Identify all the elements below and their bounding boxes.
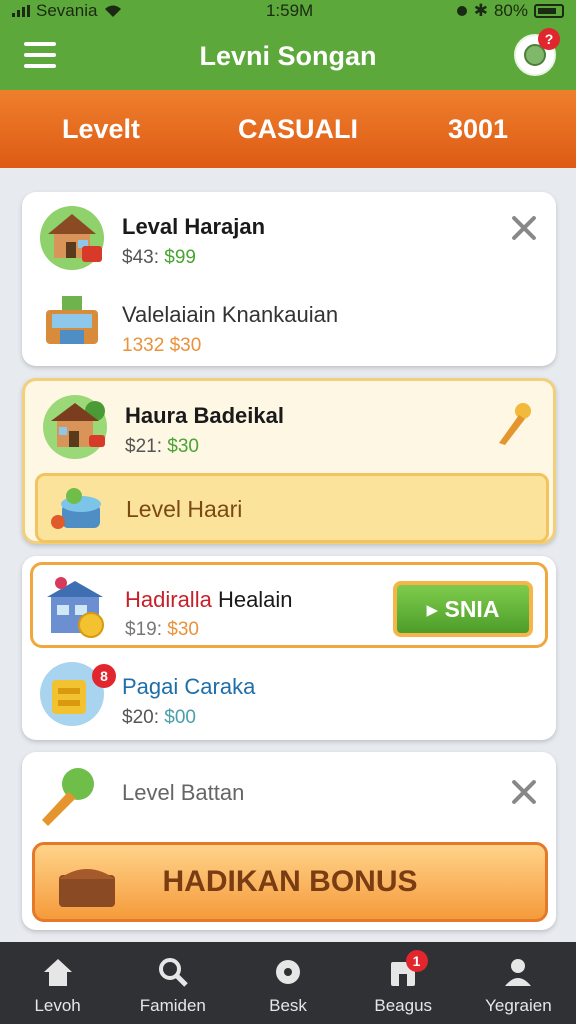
search-icon xyxy=(158,958,188,987)
tab-store[interactable]: 1 Beagus xyxy=(346,942,461,1024)
battery-icon xyxy=(534,4,564,18)
clock: 1:59M xyxy=(265,1,314,20)
tab-label: Yegraien xyxy=(485,996,552,1015)
tab-search[interactable]: Famiden xyxy=(115,942,230,1024)
key-icon[interactable] xyxy=(495,401,535,449)
status-bar: Sevania 1:59M ✱ 80% xyxy=(0,0,576,22)
list-item[interactable]: Leval Harajan $43: $99 xyxy=(22,192,556,282)
close-icon[interactable] xyxy=(510,214,538,242)
menu-icon[interactable] xyxy=(24,42,56,68)
tab-label: Famiden xyxy=(139,996,206,1015)
list-item[interactable]: 8 Pagai Caraka $20: $00 xyxy=(22,652,556,742)
notification-badge: ? xyxy=(538,28,560,50)
list-item[interactable]: Haura Badeikal $21: $30 xyxy=(25,381,553,471)
level-label: Levelt xyxy=(62,113,141,144)
home-icon xyxy=(43,959,72,986)
user-icon xyxy=(505,959,532,986)
wifi-icon xyxy=(105,5,122,17)
item-title: Leval Harajan xyxy=(122,214,266,239)
item-title: Haura Badeikal xyxy=(125,403,284,428)
highlighted-item[interactable]: Hadiralla Healain $19: $30 ▸ SNIA xyxy=(30,562,548,648)
bottom-tab-bar: Levoh Famiden Besk 1 Beagus Yegraien xyxy=(0,942,576,1024)
bonus-button[interactable]: HADIKAN BONUS xyxy=(32,842,548,922)
item-title: Hadiralla Healain xyxy=(125,587,293,612)
level-reward-bar[interactable]: Level Haari xyxy=(35,473,549,543)
shop-icon xyxy=(47,577,104,638)
avatar[interactable]: ? xyxy=(514,28,560,76)
reward-label: Level Haari xyxy=(126,496,243,522)
tree-icon xyxy=(42,768,94,826)
gear-icon xyxy=(276,960,300,984)
tab-label: Levoh xyxy=(34,996,81,1015)
go-button[interactable]: ▸ SNIA xyxy=(393,581,533,637)
score-label: 3001 xyxy=(448,113,509,144)
item-badge: 8 xyxy=(92,664,116,688)
signal-icon xyxy=(12,5,30,17)
bluetooth-icon: ✱ xyxy=(473,1,488,20)
battery-percent: 80% xyxy=(493,1,528,20)
offer-card: Hadiralla Healain $19: $30 ▸ SNIA 8 Paga… xyxy=(22,556,556,740)
list-item[interactable]: Valelaiain Knankauian 1332 $30 xyxy=(22,280,556,370)
offer-card: Haura Badeikal $21: $30 Level Haari xyxy=(22,378,556,544)
item-price: 1332 $30 xyxy=(122,335,202,356)
app-title: Levni Songan xyxy=(199,40,377,71)
item-title: Valelaiain Knankauian xyxy=(122,302,339,327)
item-price: $19: $30 xyxy=(125,619,199,640)
offer-card: Leval Harajan $43: $99 Valelaiain Knanka… xyxy=(22,192,556,366)
tab-badge: 1 xyxy=(405,950,428,972)
bonus-card: Level Battan HADIKAN BONUS xyxy=(22,752,556,930)
close-icon[interactable] xyxy=(510,778,538,806)
list-item[interactable]: Level Battan xyxy=(22,752,556,842)
tab-settings[interactable]: Besk xyxy=(230,942,345,1024)
store-icon xyxy=(46,296,98,344)
tab-label: Beagus xyxy=(374,996,433,1015)
house-icon xyxy=(40,206,104,270)
item-price: $43: $99 xyxy=(122,247,196,268)
item-title: Pagai Caraka xyxy=(122,674,256,699)
tab-profile[interactable]: Yegraien xyxy=(461,942,576,1024)
item-price: $20: $00 xyxy=(122,707,196,728)
app-bar: Levni Songan ? xyxy=(0,22,576,90)
alarm-icon xyxy=(456,6,467,16)
house-icon xyxy=(43,395,107,459)
bonus-label: HADIKAN BONUS xyxy=(162,865,418,898)
item-title: Level Battan xyxy=(122,780,245,805)
mode-label: CASUALI xyxy=(238,113,358,144)
tab-home[interactable]: Levoh xyxy=(0,942,115,1024)
chest-icon xyxy=(59,869,115,907)
level-bar: Levelt CASUALI 3001 xyxy=(0,90,576,168)
carrier-label: Sevania xyxy=(36,1,98,20)
gift-icon xyxy=(51,488,101,529)
item-price: $21: $30 xyxy=(125,436,199,457)
tab-label: Besk xyxy=(269,996,307,1015)
